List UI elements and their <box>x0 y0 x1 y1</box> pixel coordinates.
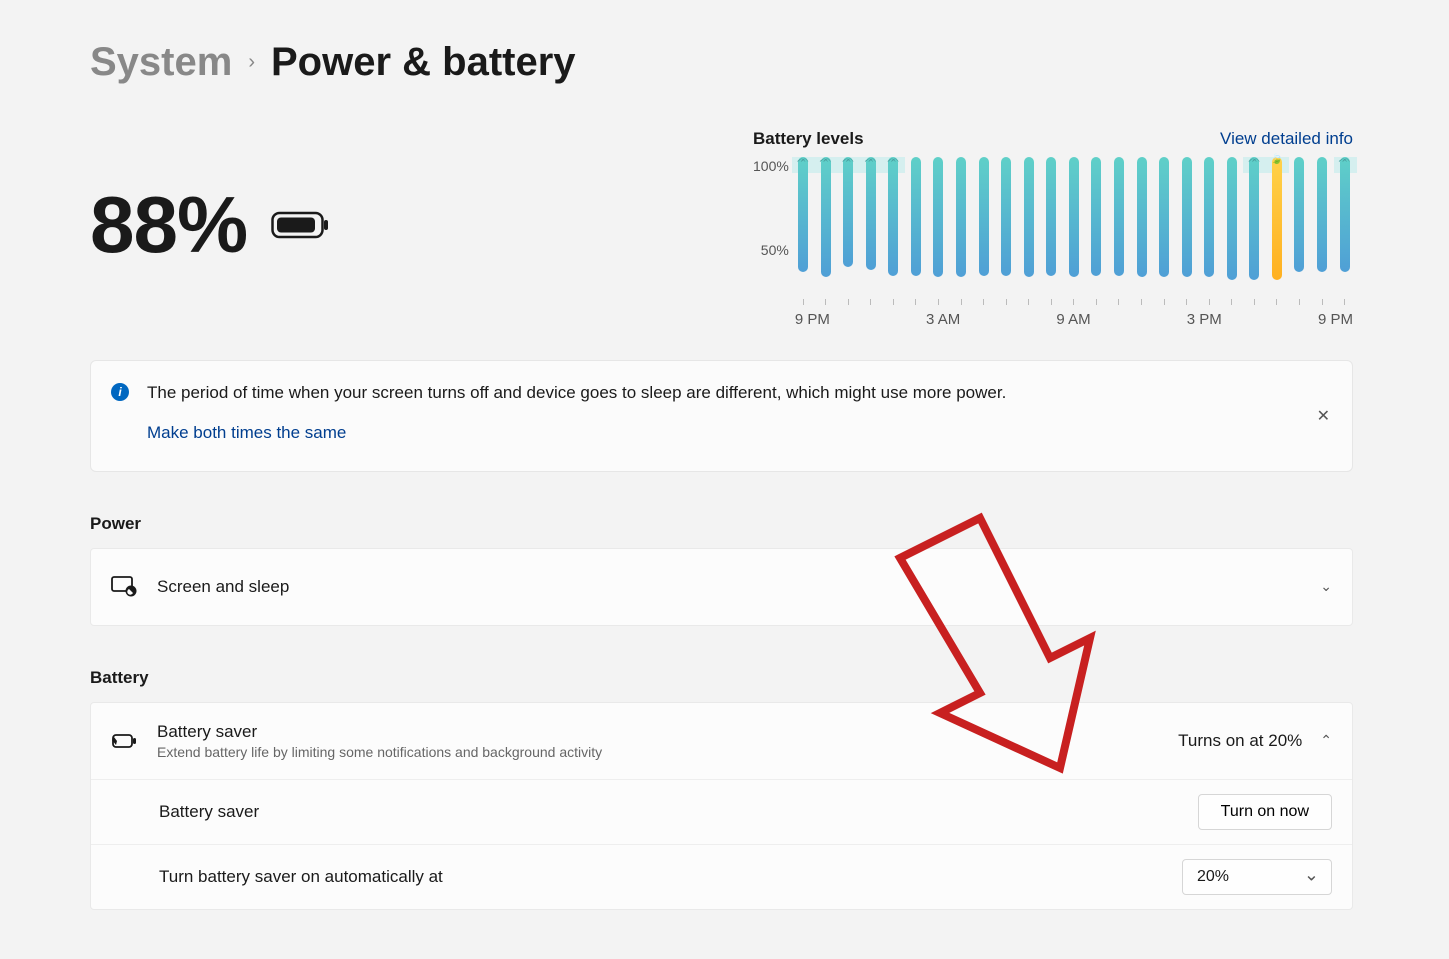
view-detailed-info-link[interactable]: View detailed info <box>1220 129 1353 149</box>
breadcrumb-parent[interactable]: System <box>90 40 232 85</box>
chart-bar <box>908 157 925 297</box>
battery-percent: 88% <box>90 179 247 271</box>
battery-saver-auto-label: Turn battery saver on automatically at <box>159 867 443 887</box>
plug-icon: ᨏ <box>842 155 854 167</box>
plug-icon: ᨏ <box>1248 155 1260 167</box>
chart-bar <box>1291 157 1308 297</box>
chart-bar <box>1224 157 1241 297</box>
chart-bar <box>998 157 1015 297</box>
plug-icon: ᨏ <box>797 155 809 167</box>
section-power-label: Power <box>90 514 1353 534</box>
leaf-icon: 🍃 <box>1271 155 1283 167</box>
chart-x-axis: 9 PM 3 AM 9 AM 3 PM 9 PM <box>795 311 1353 328</box>
chart-bar: ᨏ <box>840 157 857 297</box>
battery-saver-icon <box>111 732 137 750</box>
chart-bar <box>930 157 947 297</box>
chart-bar <box>1133 157 1150 297</box>
battery-saver-header-row[interactable]: Battery saver Extend battery life by lim… <box>91 703 1352 779</box>
screen-and-sleep-card[interactable]: Screen and sleep ⌄ <box>90 548 1353 626</box>
chevron-right-icon: › <box>248 51 255 74</box>
breadcrumb: System › Power & battery <box>90 40 1353 85</box>
plug-icon: ᨏ <box>887 155 899 167</box>
screen-sleep-title: Screen and sleep <box>157 577 1300 597</box>
banner-message: The period of time when your screen turn… <box>147 381 1006 405</box>
chart-bar <box>1201 157 1218 297</box>
info-icon: i <box>111 383 129 401</box>
battery-saver-subtitle: Extend battery life by limiting some not… <box>157 744 1158 760</box>
chart-bar <box>1178 157 1195 297</box>
close-icon[interactable]: ✕ <box>1311 400 1336 432</box>
battery-saver-title: Battery saver <box>157 722 1158 742</box>
turn-on-now-button[interactable]: Turn on now <box>1198 794 1332 830</box>
section-battery-label: Battery <box>90 668 1353 688</box>
chart-bar <box>1111 157 1128 297</box>
battery-saver-threshold-select[interactable]: 20% <box>1182 859 1332 895</box>
chart-bar <box>953 157 970 297</box>
battery-chart: Battery levels View detailed info 100% 5… <box>753 129 1353 328</box>
chart-title: Battery levels <box>753 129 864 149</box>
chart-bars[interactable]: ᨏᨏᨏᨏᨏᨏ🍃ᨏ <box>795 157 1353 297</box>
chart-bar: ᨏ <box>885 157 902 297</box>
battery-saver-toggle-row: Battery saver Turn on now <box>91 779 1352 844</box>
chevron-down-icon: ⌄ <box>1320 578 1332 595</box>
banner-action-link[interactable]: Make both times the same <box>147 423 346 443</box>
plug-icon: ᨏ <box>865 155 877 167</box>
chart-bar: ᨏ <box>817 157 834 297</box>
plug-icon: ᨏ <box>1338 155 1350 167</box>
plug-icon: ᨏ <box>819 155 831 167</box>
battery-saver-toggle-label: Battery saver <box>159 802 259 822</box>
chart-bar <box>1020 157 1037 297</box>
chart-bar: 🍃 <box>1269 157 1286 297</box>
breadcrumb-current: Power & battery <box>271 40 576 85</box>
chart-bar <box>1043 157 1060 297</box>
battery-percent-block: 88% <box>90 129 331 271</box>
chart-bar: ᨏ <box>863 157 880 297</box>
chart-bar: ᨏ <box>1246 157 1263 297</box>
chart-bar <box>1088 157 1105 297</box>
chart-bar <box>975 157 992 297</box>
battery-saver-status: Turns on at 20% <box>1178 731 1302 751</box>
power-info-banner: i The period of time when your screen tu… <box>90 360 1353 472</box>
chevron-up-icon: ⌃ <box>1320 732 1332 749</box>
chart-y-axis: 100% 50% <box>753 157 789 297</box>
battery-saver-card: Battery saver Extend battery life by lim… <box>90 702 1353 910</box>
chart-bar <box>1156 157 1173 297</box>
chart-bar: ᨏ <box>795 157 812 297</box>
chart-bar <box>1314 157 1331 297</box>
battery-icon <box>271 210 331 240</box>
chart-bar <box>1066 157 1083 297</box>
battery-saver-auto-row: Turn battery saver on automatically at 2… <box>91 844 1352 909</box>
screen-sleep-icon <box>111 576 137 598</box>
chart-bar: ᨏ <box>1336 157 1353 297</box>
